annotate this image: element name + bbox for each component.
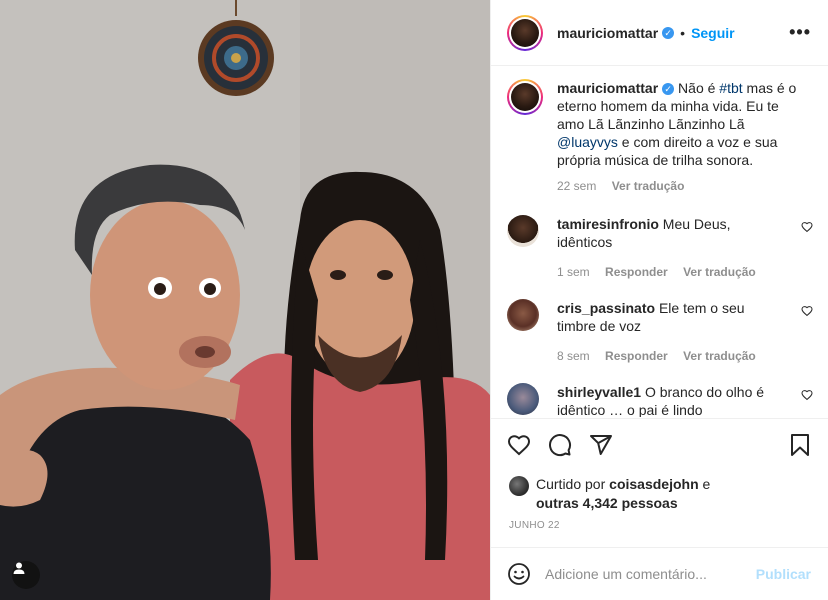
post-header: mauriciomattar ✓ • Seguir •••	[491, 0, 828, 66]
heart-icon[interactable]	[507, 433, 531, 457]
post-actions: Curtido por coisasdejohn e outras 4,342 …	[491, 418, 828, 546]
comment-avatar[interactable]	[507, 215, 539, 247]
photo-illustration	[0, 0, 490, 600]
comment-input[interactable]	[545, 566, 745, 582]
author-username[interactable]: mauriciomattar	[557, 25, 658, 41]
comment-avatar[interactable]	[507, 383, 539, 415]
post-caption: mauriciomattar ✓ Não é #tbt mas é o etern…	[507, 79, 813, 195]
caption-mention[interactable]: @luayvys	[557, 134, 618, 150]
add-comment-bar: Publicar	[491, 547, 828, 600]
caption-hashtag[interactable]: #tbt	[719, 80, 742, 96]
reply-button[interactable]: Responder	[605, 265, 668, 279]
comment-time: 1 sem	[557, 265, 590, 279]
separator-dot: •	[680, 24, 686, 41]
comment-item: shirleyvalle1 O branco do olho é idêntic…	[507, 383, 813, 417]
post-photo[interactable]	[0, 0, 490, 600]
verified-icon: ✓	[662, 26, 675, 39]
comment-translate-button[interactable]: Ver tradução	[683, 349, 756, 363]
comment-username[interactable]: cris_passinato	[557, 300, 655, 316]
caption-username[interactable]: mauriciomattar	[557, 80, 658, 96]
likes-and: e	[702, 476, 711, 492]
post-date[interactable]: JUNHO 22	[509, 520, 560, 531]
comment-heart-icon[interactable]	[801, 221, 813, 233]
liker-avatar[interactable]	[509, 476, 529, 496]
user-tag-icon	[13, 562, 25, 574]
publish-button[interactable]: Publicar	[756, 566, 811, 582]
caption-avatar[interactable]	[507, 79, 543, 115]
share-icon[interactable]	[589, 433, 613, 457]
post-side-panel: mauriciomattar ✓ • Seguir ••• mauricioma…	[490, 0, 828, 600]
comment-heart-icon[interactable]	[801, 305, 813, 317]
reply-button[interactable]: Responder	[605, 349, 668, 363]
more-options-icon[interactable]: •••	[789, 22, 811, 43]
caption-text-prefix: Não é	[678, 80, 720, 96]
likes-summary: Curtido por coisasdejohn e outras 4,342 …	[509, 475, 736, 513]
comment-item: cris_passinato Ele tem o seu timbre de v…	[507, 299, 813, 365]
comment-translate-button[interactable]: Ver tradução	[683, 265, 756, 279]
verified-icon: ✓	[662, 83, 675, 96]
comment-time: 8 sem	[557, 349, 590, 363]
likes-prefix: Curtido por	[536, 476, 606, 492]
liker-username[interactable]: coisasdejohn	[609, 476, 698, 492]
comment-item: tamiresinfronio Meu Deus, idênticos 1 se…	[507, 215, 813, 281]
caption-time: 22 sem	[557, 179, 597, 193]
bookmark-icon[interactable]	[789, 433, 811, 457]
comment-heart-icon[interactable]	[801, 389, 813, 401]
likes-others[interactable]: outras 4,342 pessoas	[536, 495, 678, 511]
comment-icon[interactable]	[548, 433, 572, 457]
user-tag-button[interactable]	[12, 561, 40, 589]
comment-username[interactable]: tamiresinfronio	[557, 216, 659, 232]
comments-list[interactable]: mauriciomattar ✓ Não é #tbt mas é o etern…	[491, 67, 828, 417]
comment-avatar[interactable]	[507, 299, 539, 331]
author-avatar[interactable]	[507, 14, 543, 51]
follow-button[interactable]: Seguir	[691, 25, 735, 41]
caption-translate-button[interactable]: Ver tradução	[612, 179, 685, 193]
comment-username[interactable]: shirleyvalle1	[557, 384, 641, 400]
emoji-icon[interactable]	[507, 562, 531, 586]
